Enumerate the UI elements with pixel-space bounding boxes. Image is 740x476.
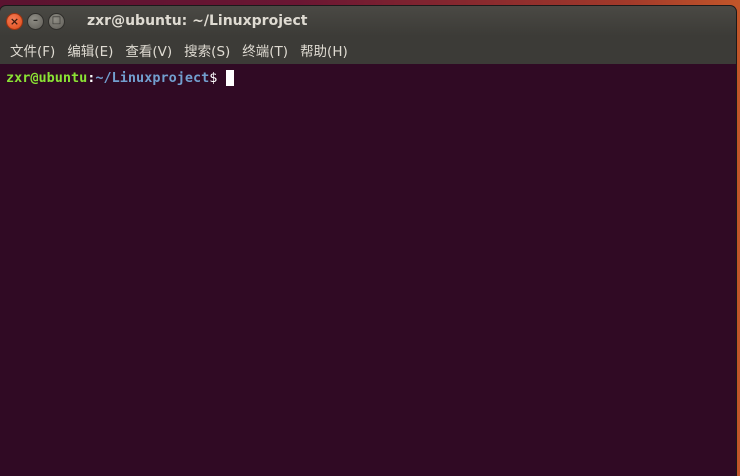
maximize-icon: □ [51, 15, 62, 26]
close-button[interactable]: × [6, 12, 23, 30]
close-icon: × [9, 14, 20, 28]
maximize-button[interactable]: □ [48, 12, 65, 30]
menu-search[interactable]: 搜索(S) [178, 40, 236, 60]
window-title: zxr@ubuntu: ~/Linuxproject [87, 13, 308, 29]
menu-help[interactable]: 帮助(H) [294, 40, 354, 60]
menu-view[interactable]: 查看(V) [119, 40, 178, 60]
prompt-symbol: $ [209, 70, 218, 86]
text-cursor [226, 70, 235, 86]
terminal-area[interactable]: zxr@ubuntu: ~/Linuxproject $ [0, 64, 736, 476]
menu-file[interactable]: 文件(F) [4, 40, 61, 60]
menu-bar: 文件(F) 编辑(E) 查看(V) 搜索(S) 终端(T) 帮助(H) [0, 36, 736, 64]
menu-edit[interactable]: 编辑(E) [61, 40, 119, 60]
prompt-path: ~/Linuxproject [95, 70, 210, 86]
menu-terminal[interactable]: 终端(T) [236, 40, 294, 60]
scrollbar[interactable] [732, 64, 736, 476]
minimize-icon: – [33, 15, 38, 26]
terminal-window: × – □ zxr@ubuntu: ~/Linuxproject 文件(F) 编… [0, 6, 736, 476]
prompt-line: zxr@ubuntu: ~/Linuxproject $ [6, 70, 730, 86]
minimize-button[interactable]: – [27, 12, 44, 30]
title-bar[interactable]: × – □ zxr@ubuntu: ~/Linuxproject [0, 6, 736, 36]
prompt-user-host: zxr@ubuntu [6, 70, 88, 86]
prompt-separator: : [87, 70, 96, 86]
